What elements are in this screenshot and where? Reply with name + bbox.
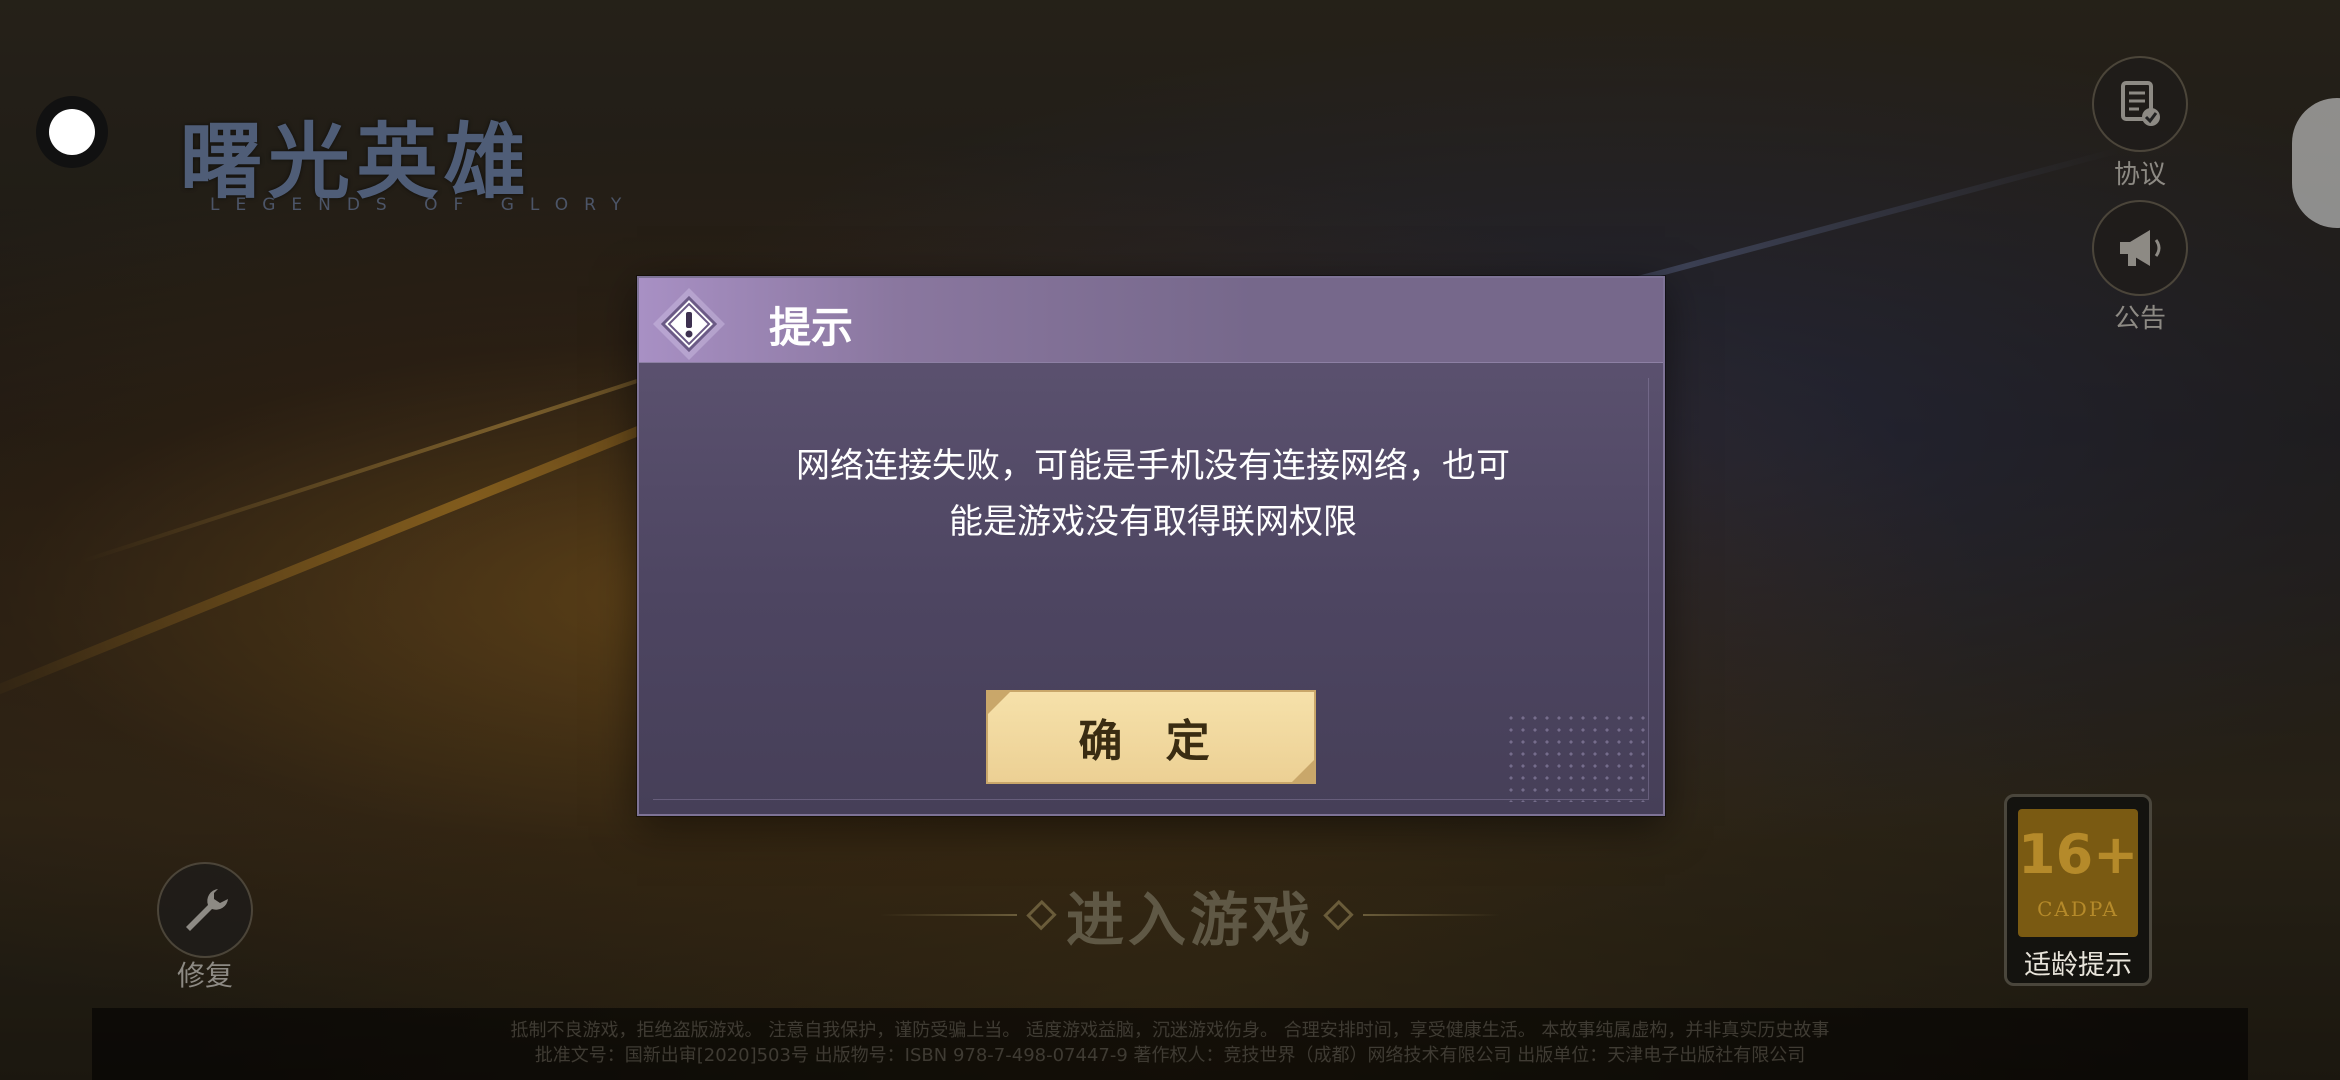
- confirm-button-label: 确 定: [1078, 716, 1224, 767]
- dialog-message-line-2: 能是游戏没有取得联网权限: [949, 502, 1357, 542]
- button-corner-decor: [1292, 760, 1314, 782]
- age-rating-label: 适龄提示: [2024, 950, 2132, 981]
- megaphone-icon: [2092, 200, 2188, 296]
- button-corner-decor: [988, 692, 1010, 714]
- assist-dot-icon: [49, 109, 95, 155]
- dialog-dot-pattern: [1505, 712, 1645, 802]
- legal-line-2: 批准文号：国新出审[2020]503号 出版物号：ISBN 978-7-498-…: [534, 1045, 1806, 1066]
- edge-floating-button[interactable]: [2292, 98, 2340, 228]
- wrench-icon: [157, 862, 253, 958]
- enter-ornament-right: [1362, 914, 1501, 916]
- diamond-icon: [1026, 899, 1057, 931]
- enter-game-label: 进入游戏: [1066, 886, 1315, 954]
- legal-footer: 抵制不良游戏，拒绝盗版游戏。 注意自我保护，谨防受骗上当。 适度游戏益脑，沉迷游…: [92, 1008, 2248, 1080]
- floating-assist-button[interactable]: [36, 96, 108, 168]
- legal-line-1: 抵制不良游戏，拒绝盗版游戏。 注意自我保护，谨防受骗上当。 适度游戏益脑，沉迷游…: [510, 1020, 1830, 1041]
- agreement-label: 协议: [2113, 160, 2166, 190]
- logo-subtitle: LEGENDS OF GLORY: [210, 195, 638, 215]
- game-launch-screen: 曙光英雄 LEGENDS OF GLORY 协议 公告 修复 进入游戏 16+ …: [0, 0, 2340, 1080]
- dialog-header: 提示: [639, 278, 1663, 363]
- age-rating-box: 16+ CADPA: [2018, 809, 2138, 937]
- repair-label: 修复: [176, 959, 233, 992]
- notice-label: 公告: [2113, 304, 2166, 334]
- network-error-dialog: 提示 网络连接失败，可能是手机没有连接网络，也可 能是游戏没有取得联网权限 确 …: [637, 276, 1665, 816]
- repair-button[interactable]: 修复: [150, 862, 260, 994]
- dialog-title: 提示: [769, 303, 854, 352]
- dialog-message-line-1: 网络连接失败，可能是手机没有连接网络，也可: [796, 446, 1510, 486]
- age-rating-org: CADPA: [2037, 897, 2119, 921]
- dialog-message: 网络连接失败，可能是手机没有连接网络，也可 能是游戏没有取得联网权限: [739, 438, 1567, 550]
- enter-game-button[interactable]: 进入游戏: [880, 870, 1501, 960]
- enter-ornament-left: [880, 914, 1018, 916]
- document-check-icon: [2092, 56, 2188, 152]
- age-rating-number: 16+: [2018, 823, 2139, 886]
- age-rating-badge[interactable]: 16+ CADPA 适龄提示: [2004, 794, 2152, 986]
- agreement-button[interactable]: 协议: [2085, 56, 2195, 191]
- notice-button[interactable]: 公告: [2085, 200, 2195, 335]
- diamond-icon: [1323, 899, 1354, 931]
- warning-icon: [653, 288, 725, 360]
- confirm-button[interactable]: 确 定: [986, 690, 1316, 784]
- game-logo: 曙光英雄 LEGENDS OF GLORY: [180, 95, 680, 215]
